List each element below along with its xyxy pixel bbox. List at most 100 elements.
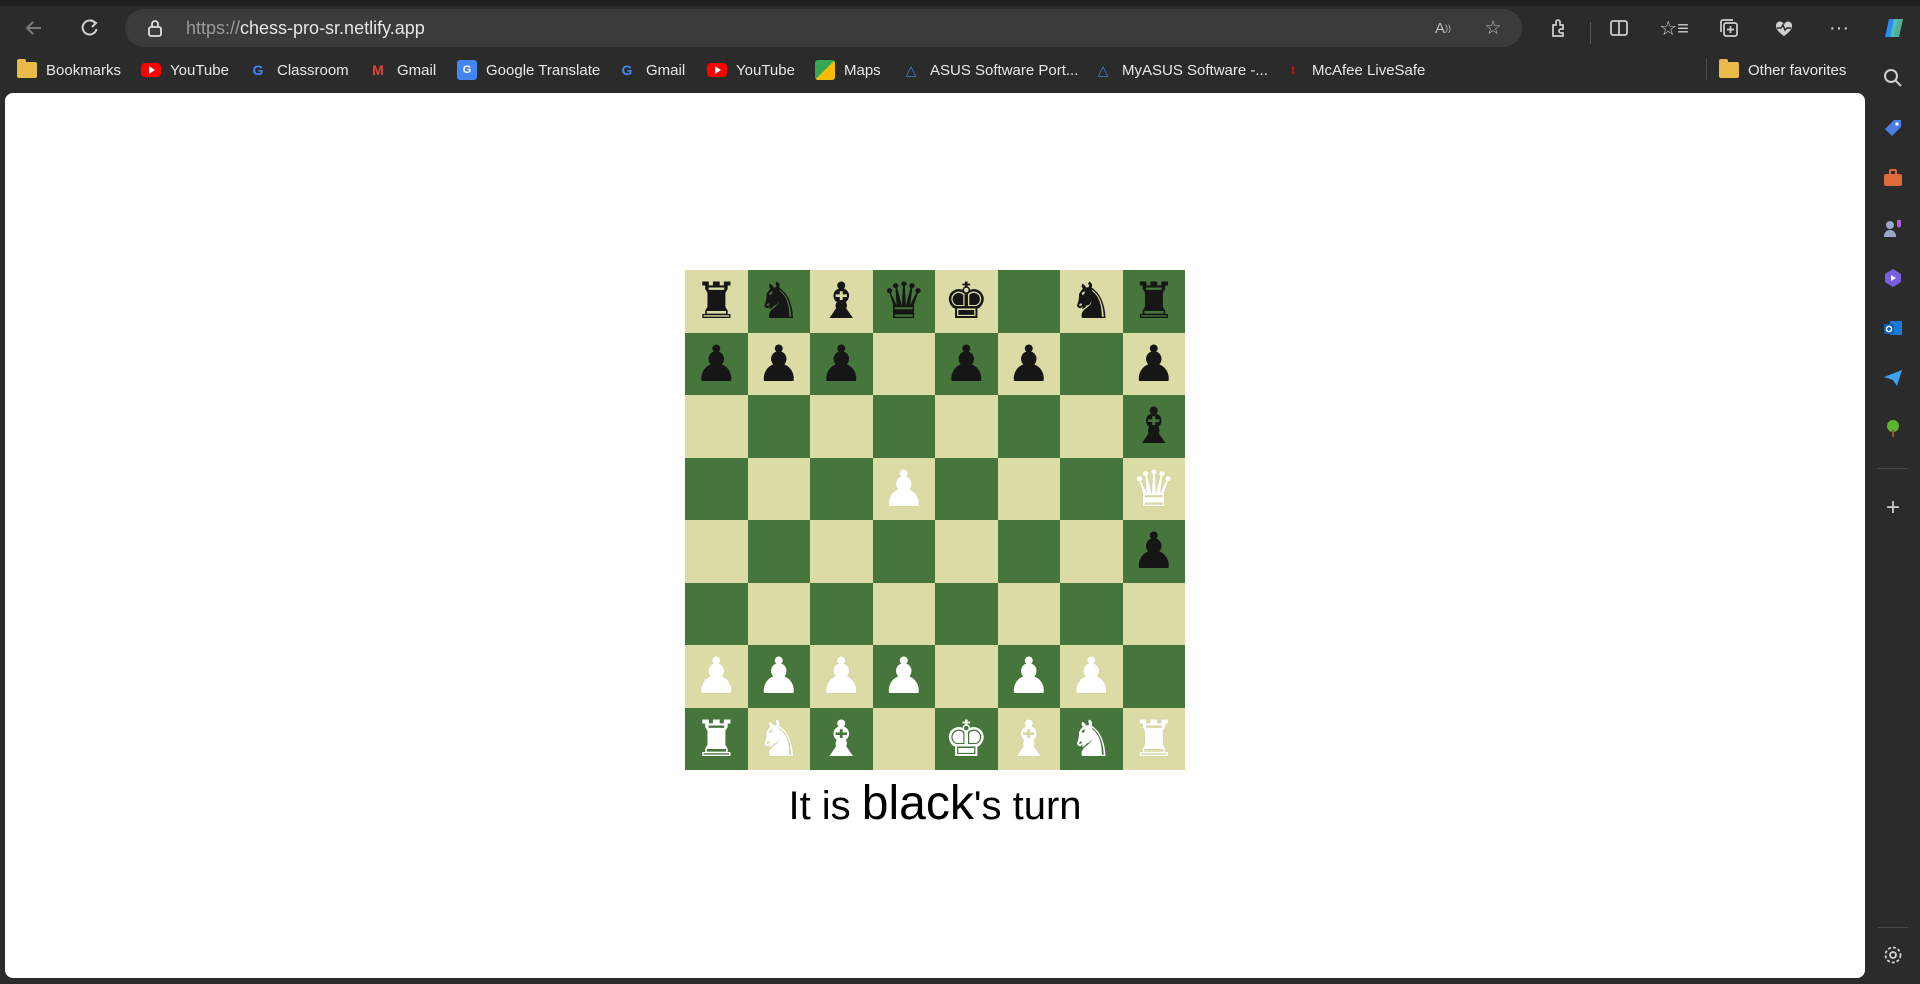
square-h2[interactable] — [1122, 645, 1185, 708]
other-favorites-folder[interactable]: Other favorites — [1719, 58, 1846, 82]
send-icon[interactable] — [1881, 366, 1905, 390]
white-pawn-icon[interactable]: ♟ — [1006, 651, 1051, 701]
square-a7[interactable]: ♟ — [685, 332, 748, 395]
square-f6[interactable] — [997, 395, 1060, 458]
square-c7[interactable]: ♟ — [810, 332, 873, 395]
square-b2[interactable]: ♟ — [747, 645, 810, 708]
white-knight-icon[interactable]: ♞ — [1069, 714, 1114, 764]
square-c8[interactable]: ♝ — [810, 270, 873, 333]
tree-icon[interactable] — [1881, 416, 1905, 440]
read-aloud-icon[interactable]: A)) — [1431, 16, 1455, 40]
square-d1[interactable] — [872, 707, 935, 770]
favorite-star-icon[interactable]: ☆ — [1481, 16, 1505, 40]
square-b7[interactable]: ♟ — [747, 332, 810, 395]
square-e7[interactable]: ♟ — [935, 332, 998, 395]
black-pawn-icon[interactable]: ♟ — [756, 339, 801, 389]
collections-icon[interactable] — [1713, 12, 1745, 44]
black-pawn-icon[interactable]: ♟ — [819, 339, 864, 389]
black-pawn-icon[interactable]: ♟ — [1131, 526, 1176, 576]
square-g2[interactable]: ♟ — [1060, 645, 1123, 708]
refresh-icon[interactable] — [73, 12, 105, 44]
white-queen-icon[interactable]: ♛ — [1131, 464, 1176, 514]
white-rook-icon[interactable]: ♜ — [1131, 714, 1176, 764]
black-rook-icon[interactable]: ♜ — [694, 276, 739, 326]
square-d7[interactable] — [872, 332, 935, 395]
address-bar[interactable]: https://chess-pro-sr.netlify.app A)) ☆ — [125, 9, 1522, 47]
square-g6[interactable] — [1060, 395, 1123, 458]
square-d5[interactable]: ♟ — [872, 457, 935, 520]
square-e1[interactable]: ♚ — [935, 707, 998, 770]
square-a6[interactable] — [685, 395, 748, 458]
black-queen-icon[interactable]: ♛ — [881, 276, 926, 326]
white-pawn-icon[interactable]: ♟ — [1069, 651, 1114, 701]
square-d6[interactable] — [872, 395, 935, 458]
square-b5[interactable] — [747, 457, 810, 520]
bookmark-google-translate[interactable]: G Google Translate — [457, 58, 600, 82]
square-a2[interactable]: ♟ — [685, 645, 748, 708]
square-e6[interactable] — [935, 395, 998, 458]
square-f5[interactable] — [997, 457, 1060, 520]
square-b1[interactable]: ♞ — [747, 707, 810, 770]
square-b4[interactable] — [747, 520, 810, 583]
square-h7[interactable]: ♟ — [1122, 332, 1185, 395]
square-c6[interactable] — [810, 395, 873, 458]
white-pawn-icon[interactable]: ♟ — [881, 464, 926, 514]
add-icon[interactable]: + — [1881, 494, 1905, 521]
square-g3[interactable] — [1060, 582, 1123, 645]
square-d3[interactable] — [872, 582, 935, 645]
browser-essentials-icon[interactable] — [1768, 12, 1800, 44]
white-bishop-icon[interactable]: ♝ — [819, 714, 864, 764]
black-king-icon[interactable]: ♚ — [944, 276, 989, 326]
square-f1[interactable]: ♝ — [997, 707, 1060, 770]
more-options-icon[interactable]: ··· — [1823, 12, 1855, 44]
square-g4[interactable] — [1060, 520, 1123, 583]
outlook-icon[interactable] — [1881, 316, 1905, 340]
copilot-icon[interactable] — [1878, 12, 1910, 44]
white-king-icon[interactable]: ♚ — [944, 714, 989, 764]
lock-icon[interactable] — [145, 18, 165, 38]
square-f8[interactable] — [997, 270, 1060, 333]
white-rook-icon[interactable]: ♜ — [694, 714, 739, 764]
bookmark-maps[interactable]: Maps — [815, 58, 881, 82]
square-h6[interactable]: ♝ — [1122, 395, 1185, 458]
square-a1[interactable]: ♜ — [685, 707, 748, 770]
square-e3[interactable] — [935, 582, 998, 645]
games-icon[interactable] — [1881, 216, 1905, 240]
square-e4[interactable] — [935, 520, 998, 583]
square-c1[interactable]: ♝ — [810, 707, 873, 770]
square-b8[interactable]: ♞ — [747, 270, 810, 333]
square-g8[interactable]: ♞ — [1060, 270, 1123, 333]
square-e2[interactable] — [935, 645, 998, 708]
bookmark-asus-software-portal[interactable]: △ ASUS Software Port... — [901, 58, 1079, 82]
favorites-icon[interactable]: ☆≡ — [1658, 12, 1690, 44]
square-f7[interactable]: ♟ — [997, 332, 1060, 395]
bookmark-youtube-2[interactable]: YouTube — [707, 58, 795, 82]
search-icon[interactable] — [1881, 66, 1905, 90]
tools-icon[interactable] — [1881, 166, 1905, 190]
square-h1[interactable]: ♜ — [1122, 707, 1185, 770]
white-bishop-icon[interactable]: ♝ — [1006, 714, 1051, 764]
square-g1[interactable]: ♞ — [1060, 707, 1123, 770]
black-rook-icon[interactable]: ♜ — [1131, 276, 1176, 326]
black-bishop-icon[interactable]: ♝ — [1131, 401, 1176, 451]
white-pawn-icon[interactable]: ♟ — [756, 651, 801, 701]
square-h8[interactable]: ♜ — [1122, 270, 1185, 333]
square-d2[interactable]: ♟ — [872, 645, 935, 708]
square-c2[interactable]: ♟ — [810, 645, 873, 708]
white-pawn-icon[interactable]: ♟ — [881, 651, 926, 701]
square-b6[interactable] — [747, 395, 810, 458]
back-icon[interactable] — [18, 12, 50, 44]
bookmark-mcafee-livesafe[interactable]: t McAfee LiveSafe — [1283, 58, 1425, 82]
square-c4[interactable] — [810, 520, 873, 583]
square-e5[interactable] — [935, 457, 998, 520]
black-pawn-icon[interactable]: ♟ — [944, 339, 989, 389]
black-knight-icon[interactable]: ♞ — [1069, 276, 1114, 326]
square-a3[interactable] — [685, 582, 748, 645]
bookmark-gmail[interactable]: M Gmail — [368, 58, 436, 82]
square-h3[interactable] — [1122, 582, 1185, 645]
square-b3[interactable] — [747, 582, 810, 645]
square-a4[interactable] — [685, 520, 748, 583]
square-h4[interactable]: ♟ — [1122, 520, 1185, 583]
bookmark-myasus-software[interactable]: △ MyASUS Software -... — [1093, 58, 1268, 82]
white-pawn-icon[interactable]: ♟ — [819, 651, 864, 701]
